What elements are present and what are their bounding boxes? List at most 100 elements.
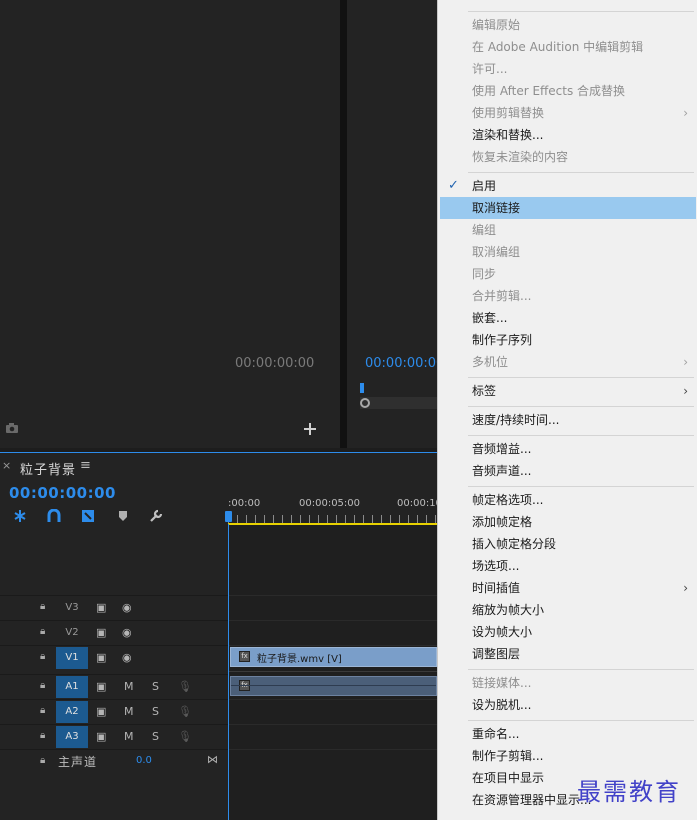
toggle-sync-lock-icon[interactable]: ▣	[96, 626, 106, 639]
close-tab-icon[interactable]: ×	[2, 459, 11, 472]
menu-item-unlink[interactable]: 取消链接	[440, 197, 696, 219]
eye-icon[interactable]: ◉	[122, 626, 132, 639]
snap-nested-icon[interactable]	[12, 508, 28, 524]
menu-item-adjustment-layer[interactable]: 调整图层	[440, 643, 696, 665]
camera-icon[interactable]	[4, 421, 20, 435]
menu-item-insert-frame-hold-segment[interactable]: 插入帧定格分段	[440, 533, 696, 555]
program-timecode[interactable]: 00:00:00:00	[365, 356, 444, 371]
track-header-a3: 🔒︎ A3 ▣ M S 🎙︎	[0, 724, 228, 748]
master-volume-value[interactable]: 0.0	[136, 755, 152, 766]
bowtie-icon[interactable]: ⋈	[207, 753, 218, 766]
linked-selection-icon[interactable]	[80, 508, 96, 524]
lock-icon[interactable]: 🔒︎	[40, 680, 45, 691]
lock-icon[interactable]: 🔒︎	[40, 626, 45, 637]
toggle-sync-lock-icon[interactable]: ▣	[96, 730, 106, 743]
track-header-a1: 🔒︎ A1 ▣ M S 🎙︎	[0, 674, 228, 698]
solo-button[interactable]: S	[152, 705, 159, 718]
menu-item-replace-with-ae[interactable]: 使用 After Effects 合成替换	[440, 80, 696, 102]
solo-button[interactable]: S	[152, 680, 159, 693]
menu-item-label-submenu[interactable]: 标签 ›	[440, 380, 696, 402]
menu-item-time-interpolation[interactable]: 时间插值 ›	[440, 577, 696, 599]
wrench-icon[interactable]	[148, 508, 164, 524]
mute-button[interactable]: M	[124, 705, 134, 718]
menu-item-scale-to-frame-size[interactable]: 缩放为帧大小	[440, 599, 696, 621]
add-marker-icon[interactable]	[115, 508, 131, 524]
snap-magnet-icon[interactable]	[46, 508, 62, 524]
program-zoom-handle[interactable]	[360, 398, 370, 408]
sequence-tab[interactable]: 粒子背景	[20, 459, 76, 478]
lock-icon[interactable]: 🔒︎	[40, 601, 45, 612]
menu-item-group[interactable]: 编组	[440, 219, 696, 241]
menu-item-field-options[interactable]: 场选项...	[440, 555, 696, 577]
menu-item-render-and-replace[interactable]: 渲染和替换...	[440, 124, 696, 146]
source-timecode[interactable]: 00:00:00:00	[235, 356, 314, 371]
program-playhead-marker[interactable]	[360, 383, 364, 393]
track-target-v3[interactable]: V3	[56, 597, 88, 619]
menu-item-synchronize[interactable]: 同步	[440, 263, 696, 285]
menu-item-label: 调整图层	[472, 647, 521, 661]
track-separator	[228, 724, 437, 725]
menu-item-set-to-frame-size[interactable]: 设为帧大小	[440, 621, 696, 643]
menu-item-label: 插入帧定格分段	[472, 537, 557, 551]
menu-item-merge-clips[interactable]: 合并剪辑...	[440, 285, 696, 307]
lock-icon[interactable]: 🔒︎	[40, 705, 45, 716]
microphone-icon[interactable]: 🎙︎	[178, 680, 192, 693]
lock-icon[interactable]: 🔒︎	[40, 755, 45, 766]
time-ruler[interactable]: :00:00 00:00:05:00 00:00:10	[228, 493, 442, 525]
mute-button[interactable]: M	[124, 680, 134, 693]
menu-item-multi-camera[interactable]: 多机位 ›	[440, 351, 696, 373]
menu-item-nest[interactable]: 嵌套...	[440, 307, 696, 329]
track-separator	[228, 595, 437, 596]
lock-icon[interactable]: 🔒︎	[40, 651, 45, 662]
menu-item-restore-unrendered[interactable]: 恢复未渲染的内容	[440, 146, 696, 168]
menu-item-make-subsequence[interactable]: 制作子序列	[440, 329, 696, 351]
plus-icon[interactable]	[302, 421, 318, 437]
menu-item-add-frame-hold[interactable]: 添加帧定格	[440, 511, 696, 533]
audio-clip[interactable]: fx	[230, 676, 437, 696]
menu-item-edit-original[interactable]: 编辑原始	[440, 14, 696, 36]
menu-item-license[interactable]: 许可...	[440, 58, 696, 80]
menu-item-ungroup[interactable]: 取消编组	[440, 241, 696, 263]
menu-item-make-subclip[interactable]: 制作子剪辑...	[440, 745, 696, 767]
submenu-arrow-icon: ›	[683, 106, 688, 120]
menu-item-label: 缩放为帧大小	[472, 603, 545, 617]
menu-item-enable[interactable]: ✓ 启用	[440, 175, 696, 197]
menu-separator	[468, 11, 694, 12]
toggle-sync-lock-icon[interactable]: ▣	[96, 705, 106, 718]
menu-item-make-offline[interactable]: 设为脱机...	[440, 694, 696, 716]
program-scrollbar[interactable]	[360, 397, 439, 409]
lock-icon[interactable]: 🔒︎	[40, 730, 45, 741]
video-clip[interactable]: fx 粒子背景.wmv [V]	[230, 647, 437, 667]
track-separator	[228, 645, 437, 646]
menu-item-link-media[interactable]: 链接媒体...	[440, 672, 696, 694]
menu-item-label: 使用 After Effects 合成替换	[472, 84, 626, 98]
menu-item-frame-hold-options[interactable]: 帧定格选项...	[440, 489, 696, 511]
solo-button[interactable]: S	[152, 730, 159, 743]
toggle-sync-lock-icon[interactable]: ▣	[96, 680, 106, 693]
menu-item-replace-with-clip[interactable]: 使用剪辑替换 ›	[440, 102, 696, 124]
menu-item-audio-gain[interactable]: 音频增益...	[440, 438, 696, 460]
menu-item-edit-in-audition[interactable]: 在 Adobe Audition 中编辑剪辑	[440, 36, 696, 58]
track-target-v1[interactable]: V1	[56, 647, 88, 669]
microphone-icon[interactable]: 🎙︎	[178, 705, 192, 718]
menu-item-rename[interactable]: 重命名...	[440, 723, 696, 745]
track-target-a1[interactable]: A1	[56, 676, 88, 698]
menu-item-speed-duration[interactable]: 速度/持续时间...	[440, 409, 696, 431]
panel-divider[interactable]	[340, 0, 347, 448]
mute-button[interactable]: M	[124, 730, 134, 743]
track-target-a2[interactable]: A2	[56, 701, 88, 723]
toggle-sync-lock-icon[interactable]: ▣	[96, 601, 106, 614]
track-target-v2[interactable]: V2	[56, 622, 88, 644]
eye-icon[interactable]: ◉	[122, 601, 132, 614]
playhead-handle[interactable]	[225, 511, 232, 522]
track-target-a3[interactable]: A3	[56, 726, 88, 748]
toggle-sync-lock-icon[interactable]: ▣	[96, 651, 106, 664]
track-area[interactable]	[228, 525, 437, 820]
eye-icon[interactable]: ◉	[122, 651, 132, 664]
sequence-timecode[interactable]: 00:00:00:00	[9, 484, 116, 502]
microphone-icon[interactable]: 🎙︎	[178, 730, 192, 743]
track-separator	[228, 699, 437, 700]
panel-menu-icon[interactable]: ≡	[80, 458, 91, 473]
track-header-v1: 🔒︎ V1 ▣ ◉	[0, 645, 228, 669]
menu-item-audio-channels[interactable]: 音频声道...	[440, 460, 696, 482]
